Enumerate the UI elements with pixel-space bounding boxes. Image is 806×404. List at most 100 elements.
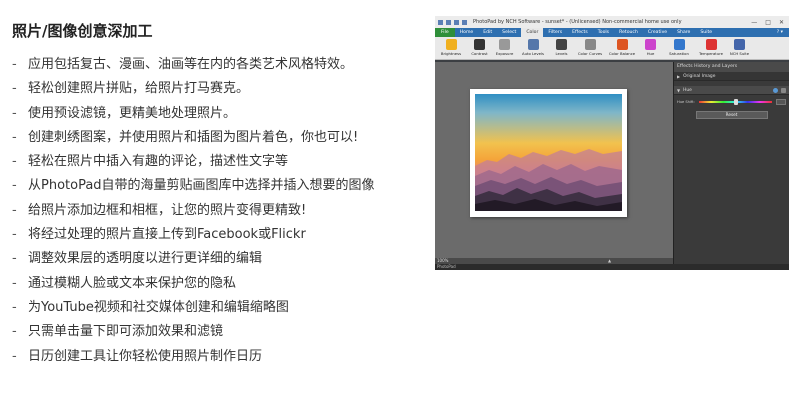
feature-text: 轻松创建照片拼贴，给照片打马赛克。 <box>28 81 250 97</box>
temperature-icon <box>705 39 717 50</box>
list-dash: - <box>12 251 17 267</box>
ribbon-label: Temperature <box>698 51 724 56</box>
menu-tools[interactable]: Tools <box>593 28 614 37</box>
list-dash: - <box>12 299 17 315</box>
ribbon-label: Contrast <box>471 51 488 56</box>
feature-text: 通过模糊人脸或文本来保护您的隐私 <box>28 275 237 291</box>
expand-arrow-icon[interactable]: ▶ <box>677 72 680 81</box>
list-dash: - <box>12 154 17 170</box>
feature-text: 将经过处理的照片直接上传到Facebook或Flickr <box>28 227 306 243</box>
levels-icon <box>556 39 567 50</box>
close-button[interactable]: ✕ <box>779 19 784 26</box>
saturation-icon <box>673 39 685 50</box>
ribbon-auto-levels-button[interactable]: Auto Levels <box>518 39 548 56</box>
feature-item: - 轻松创建照片拼贴，给照片打马赛克。 <box>12 80 407 97</box>
ribbon-temperature-button[interactable]: Temperature <box>696 39 726 56</box>
window-title: PhotoPad by NCH Software - sunset* - (Un… <box>473 19 682 25</box>
hue-layer[interactable]: ▼ Hue <box>674 86 789 95</box>
feature-item: - 应用包括复古、漫画、油画等在内的各类艺术风格特效。 <box>12 56 407 73</box>
list-dash: - <box>12 275 17 291</box>
minimize-button[interactable]: — <box>751 19 757 26</box>
sunset-photo[interactable] <box>475 94 622 211</box>
ribbon-label: Levels <box>555 51 568 56</box>
ribbon-nch-suite-button[interactable]: NCH Suite <box>728 39 751 56</box>
slider-knob[interactable] <box>733 99 738 105</box>
nch-suite-icon <box>734 39 745 50</box>
feature-text: 给照片添加边框和相框，让您的照片变得更精致! <box>28 202 307 218</box>
auto-levels-icon <box>527 39 539 50</box>
menu-home[interactable]: Home <box>455 28 479 37</box>
ribbon-label: Hue <box>646 51 655 56</box>
app-icon <box>438 19 443 25</box>
brightness-icon <box>445 39 457 50</box>
list-dash: - <box>12 227 17 243</box>
ribbon-color-balance-button[interactable]: Color Balance <box>607 39 637 56</box>
maximize-button[interactable]: □ <box>765 19 771 26</box>
feature-text: 日历创建工具让你轻松使用照片制作日历 <box>28 348 263 364</box>
menu-share[interactable]: Share <box>672 28 695 37</box>
menu-filters[interactable]: Filters <box>543 28 567 37</box>
ribbon-label: Saturation <box>669 51 689 56</box>
menu-select[interactable]: Select <box>497 28 521 37</box>
app-screenshot: PhotoPad by NCH Software - sunset* - (Un… <box>435 16 789 270</box>
feature-item: - 使用预设滤镜，更精美地处理照片。 <box>12 105 407 122</box>
effects-panel: Effects History and Layers ▶ Original Im… <box>673 62 789 264</box>
ribbon-label: Exposure <box>495 51 514 56</box>
info-icon[interactable] <box>773 87 778 93</box>
hue-shift-slider[interactable] <box>699 99 772 105</box>
ribbon-label: Auto Levels <box>521 51 545 56</box>
menu-suite[interactable]: Suite <box>695 28 717 37</box>
feature-text: 调整效果层的透明度以进行更详细的编辑 <box>28 251 263 267</box>
feature-item: - 为YouTube视频和社交媒体创建和编辑缩略图 <box>12 299 407 316</box>
original-image-label: Original Image <box>683 73 716 79</box>
feature-item: - 只需单击量下即可添加效果和滤镜 <box>12 323 407 340</box>
mountain-silhouettes <box>475 149 622 211</box>
delete-icon[interactable] <box>781 87 786 93</box>
photo-frame <box>470 89 627 217</box>
undo-icon[interactable] <box>454 19 459 25</box>
list-dash: - <box>12 324 17 340</box>
help-button[interactable]: ? ▾ <box>771 30 789 35</box>
quick-access-toolbar <box>438 19 467 25</box>
status-bar: PhotoPad <box>435 264 789 270</box>
hue-shift-value[interactable] <box>776 99 786 105</box>
feature-list: - 应用包括复古、漫画、油画等在内的各类艺术风格特效。 - 轻松创建照片拼贴，给照片打… <box>12 56 407 372</box>
menu-effects[interactable]: Effects <box>567 28 593 37</box>
menu-creative[interactable]: Creative <box>643 28 672 37</box>
contrast-icon <box>474 39 485 50</box>
ribbon-contrast-button[interactable]: Contrast <box>468 39 491 56</box>
ribbon-toolbar: Brightness Contrast Exposure Auto Levels Lev… <box>435 37 789 60</box>
ribbon-hue-button[interactable]: Hue <box>639 39 662 56</box>
menu-retouch[interactable]: Retouch <box>614 28 643 37</box>
original-image-layer[interactable]: ▶ Original Image <box>674 72 789 81</box>
color-curves-icon <box>584 39 596 50</box>
list-dash: - <box>12 178 17 194</box>
collapse-arrow-icon[interactable]: ▼ <box>677 86 680 95</box>
feature-item: - 从PhotoPad自带的海量剪贴画图库中选择并插入想要的图像 <box>12 177 407 194</box>
menu-file[interactable]: File <box>435 28 455 37</box>
ribbon-label: Brightness <box>440 51 462 56</box>
ribbon-brightness-button[interactable]: Brightness <box>436 39 466 56</box>
hue-layer-label: Hue <box>683 87 692 93</box>
ribbon-exposure-button[interactable]: Exposure <box>493 39 516 56</box>
save-icon[interactable] <box>446 19 451 25</box>
feature-item: - 创建刺绣图案，并使用照片和插图为图片着色，你也可以! <box>12 129 407 146</box>
feature-text: 只需单击量下即可添加效果和滤镜 <box>28 324 224 340</box>
feature-item: - 日历创建工具让你轻松使用照片制作日历 <box>12 348 407 365</box>
ribbon-levels-button[interactable]: Levels <box>550 39 573 56</box>
list-dash: - <box>12 57 17 72</box>
feature-item: - 调整效果层的透明度以进行更详细的编辑 <box>12 250 407 267</box>
canvas-area[interactable] <box>435 62 673 258</box>
redo-icon[interactable] <box>462 19 467 25</box>
feature-item: - 轻松在照片中插入有趣的评论，描述性文字等 <box>12 153 407 170</box>
ribbon-color-curves-button[interactable]: Color Curves <box>575 39 605 56</box>
feature-text: 从PhotoPad自带的海量剪贴画图库中选择并插入想要的图像 <box>28 178 375 194</box>
reset-button[interactable]: Reset <box>695 111 768 119</box>
zoom-level[interactable]: 100% <box>437 258 448 263</box>
menu-edit[interactable]: Edit <box>478 28 497 37</box>
feature-text: 创建刺绣图案，并使用照片和插图为图片着色，你也可以! <box>28 129 359 145</box>
feature-item: - 通过模糊人脸或文本来保护您的隐私 <box>12 275 407 292</box>
ribbon-saturation-button[interactable]: Saturation <box>664 39 694 56</box>
menu-color[interactable]: Color <box>521 28 544 37</box>
ribbon-label: NCH Suite <box>729 51 750 56</box>
